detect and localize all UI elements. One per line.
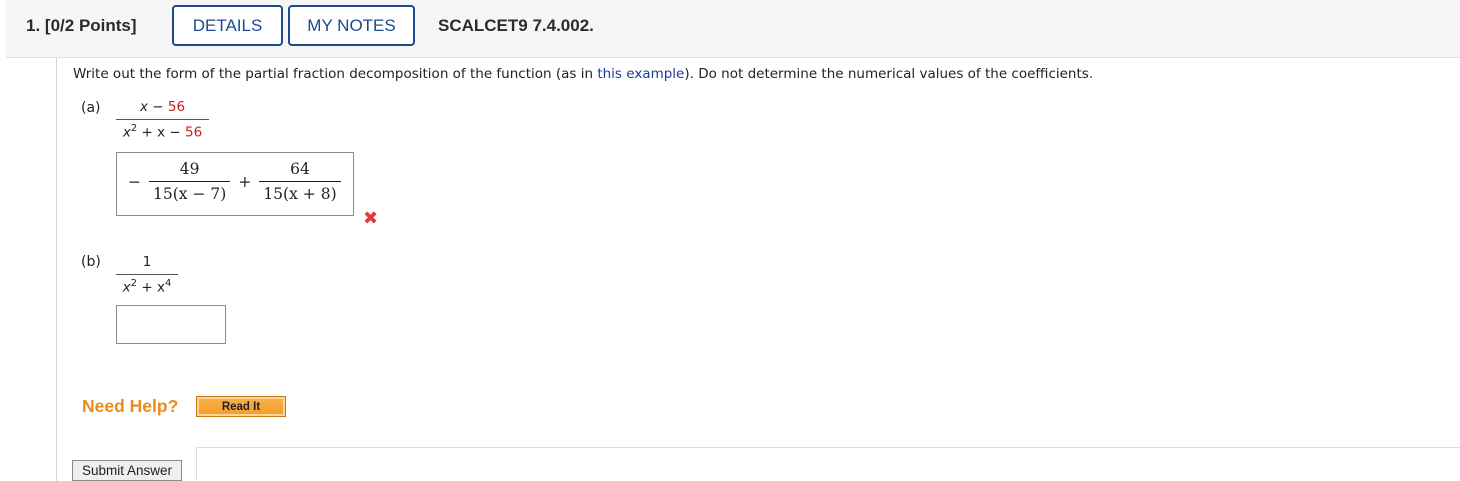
answer-fraction-1: 49 15(x − 7) bbox=[149, 159, 231, 204]
part-b-denominator: x2 + x4 bbox=[116, 278, 178, 296]
numerator-operator: − bbox=[147, 99, 168, 115]
fraction-2-numerator: 64 bbox=[290, 160, 310, 178]
left-divider bbox=[56, 58, 57, 481]
fraction-2-bar bbox=[259, 181, 341, 182]
instructions-text-end: ). Do not determine the numerical values… bbox=[684, 66, 1094, 82]
fraction-2-inner: x + 8 bbox=[289, 185, 331, 203]
fraction-1-coefficient: 15 bbox=[153, 185, 173, 203]
part-b-function: 1 x2 + x4 bbox=[116, 254, 178, 296]
question-number: 1. bbox=[26, 16, 41, 35]
numerator-variable: x bbox=[139, 99, 148, 115]
example-link[interactable]: this example bbox=[597, 66, 684, 82]
horizontal-divider bbox=[196, 447, 1460, 448]
details-button[interactable]: DETAILS bbox=[172, 5, 283, 46]
read-it-button[interactable]: Read It bbox=[196, 396, 286, 417]
denominator-exponent-2: 4 bbox=[164, 278, 172, 289]
question-header: 1. [0/2 Points] DETAILS MY NOTES SCALCET… bbox=[6, 0, 1460, 58]
plus-sign: + bbox=[238, 172, 252, 191]
question-id: SCALCET9 7.4.002. bbox=[438, 16, 594, 35]
part-b-label: (b) bbox=[81, 254, 101, 270]
part-a-answer-expression: − 49 15(x − 7) + 64 15(x + 8) bbox=[124, 159, 345, 204]
question-points: [0/2 Points] bbox=[44, 16, 137, 35]
fraction-1-numerator: 49 bbox=[179, 160, 200, 178]
denominator-variable: x bbox=[122, 124, 131, 141]
part-b-numerator: 1 bbox=[142, 254, 152, 270]
denominator-constant: 56 bbox=[184, 124, 203, 141]
denominator-middle: + x − bbox=[137, 124, 185, 141]
part-a-function: x − 56 x2 + x − 56 bbox=[116, 99, 209, 141]
numerator-constant: 56 bbox=[167, 99, 186, 115]
instructions: Write out the form of the partial fracti… bbox=[73, 66, 1093, 82]
instructions-text: Write out the form of the partial fracti… bbox=[73, 66, 598, 82]
fraction-2-coefficient: 15 bbox=[263, 185, 284, 203]
fraction-1-inner: x − 7 bbox=[178, 185, 221, 203]
denominator-variable: x bbox=[122, 279, 131, 296]
part-a-denominator: x2 + x − 56 bbox=[116, 123, 209, 141]
incorrect-x-icon: ✖ bbox=[363, 208, 379, 229]
fraction-1-denominator: 15(x − 7) bbox=[153, 185, 227, 203]
fraction-1-bar bbox=[149, 181, 231, 182]
my-notes-button[interactable]: MY NOTES bbox=[288, 5, 415, 46]
part-a-label: (a) bbox=[81, 100, 101, 116]
need-help-label: Need Help? bbox=[82, 396, 179, 416]
part-b-answer-box[interactable] bbox=[116, 305, 226, 344]
submit-answer-button[interactable]: Submit Answer bbox=[72, 460, 182, 481]
vertical-divider bbox=[196, 447, 197, 481]
fraction-bar bbox=[116, 119, 209, 120]
answer-fraction-2: 64 15(x + 8) bbox=[259, 159, 341, 204]
fraction-2-denominator: 15(x + 8) bbox=[263, 185, 337, 203]
part-a-numerator: x − 56 bbox=[116, 99, 209, 115]
minus-sign: − bbox=[128, 172, 141, 191]
question-title: 1. [0/2 Points] bbox=[26, 16, 137, 36]
fraction-bar bbox=[116, 274, 178, 275]
denominator-middle: + x bbox=[137, 279, 165, 296]
